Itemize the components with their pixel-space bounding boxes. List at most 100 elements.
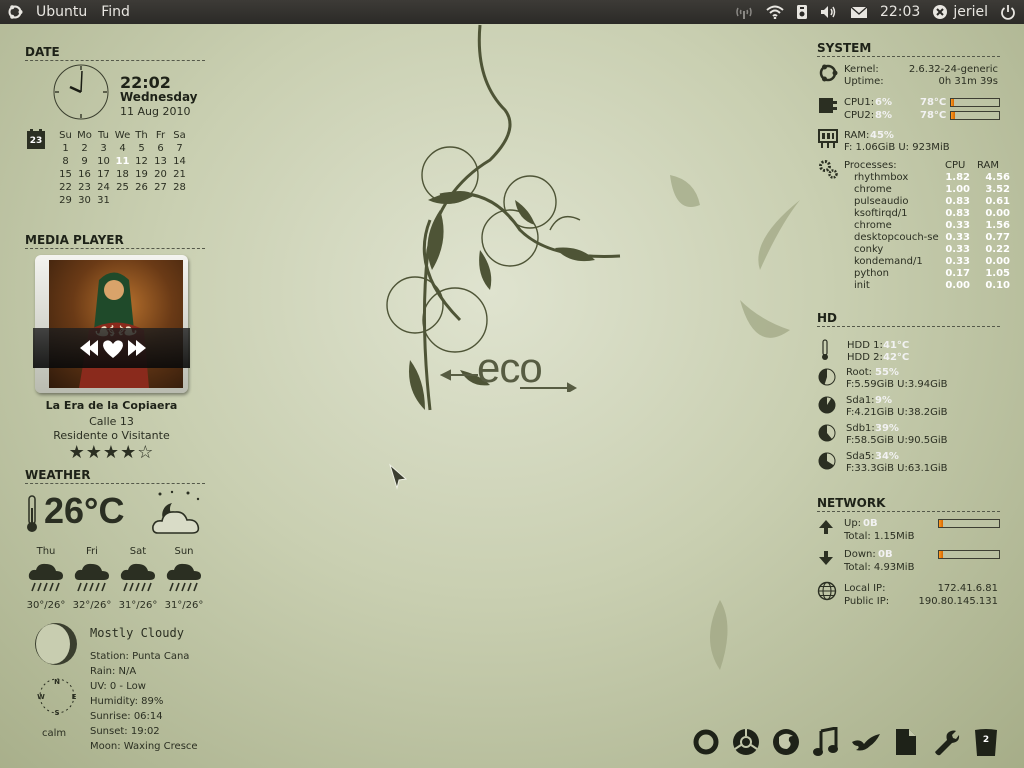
next-icon[interactable] <box>128 340 146 356</box>
process-name: kondemand/1 <box>854 256 923 267</box>
kernel-value: 2.6.32-24-generic <box>908 64 998 75</box>
dock-firefox-icon[interactable] <box>766 720 806 764</box>
media-player-indicator-icon[interactable] <box>790 0 814 24</box>
calendar-day[interactable]: 23 <box>75 182 94 195</box>
calendar-day[interactable]: 13 <box>151 156 170 169</box>
process-cpu: 0.83 <box>945 196 970 207</box>
date-header: DATE <box>25 45 205 61</box>
calendar-day <box>132 195 151 208</box>
processes-ram-header: RAM <box>977 160 1000 171</box>
track-artist: Calle 13 <box>89 415 134 428</box>
forecast-day: Thu <box>36 546 56 557</box>
user-menu[interactable]: jeriel <box>926 0 994 24</box>
dock-wrench-icon[interactable] <box>926 720 966 764</box>
calendar-day[interactable]: 26 <box>132 182 151 195</box>
disk-label: Sda5: <box>846 451 875 462</box>
forecast-day: Sun <box>174 546 194 557</box>
calendar-day[interactable]: 8 <box>56 156 75 169</box>
wireless-off-icon[interactable] <box>728 0 760 24</box>
calendar-day[interactable]: 6 <box>151 143 170 156</box>
calendar-head-cell: We <box>114 130 131 141</box>
ubuntu-logo-icon[interactable] <box>0 0 30 24</box>
dock-bird-icon[interactable] <box>846 720 886 764</box>
volume-icon[interactable] <box>814 0 844 24</box>
album-art-jewel-case[interactable]: ☙❧ <box>33 255 190 393</box>
public-ip-label: Public IP: <box>844 596 890 607</box>
rain-cloud-icon <box>120 563 155 592</box>
calendar-day[interactable]: 10 <box>94 156 113 169</box>
forecast-range: 31°/26° <box>118 600 158 611</box>
calendar-day[interactable]: 9 <box>75 156 94 169</box>
process-name: pulseaudio <box>854 196 909 207</box>
process-cpu: 0.17 <box>945 268 970 279</box>
calendar-week-row: 1234567 <box>56 143 189 156</box>
calendar-day[interactable]: 27 <box>151 182 170 195</box>
cpu2-temp: 78°C <box>920 110 947 121</box>
calendar-day[interactable]: 14 <box>170 156 189 169</box>
calendar-day[interactable]: 15 <box>56 169 75 182</box>
calendar-day[interactable]: 25 <box>113 182 132 195</box>
weather-rain: Rain: N/A <box>90 666 137 677</box>
calendar-day[interactable]: 19 <box>132 169 151 182</box>
cpu1-label: CPU1: <box>844 97 875 108</box>
process-row: desktopcouch-se 0.33 0.77 <box>854 232 1010 244</box>
ram-detail: F: 1.06GiB U: 923MiB <box>844 142 950 153</box>
love-icon[interactable] <box>103 340 123 358</box>
calendar-icon: 23 <box>26 128 46 150</box>
calendar-day[interactable]: 4 <box>113 143 132 156</box>
calendar-day[interactable]: 22 <box>56 182 75 195</box>
dock-music-icon[interactable] <box>806 720 846 764</box>
local-ip-label: Local IP: <box>844 583 886 594</box>
power-icon[interactable] <box>994 0 1024 24</box>
calendar-day[interactable]: 2 <box>75 143 94 156</box>
wind-status: calm <box>42 728 67 739</box>
disk-usage-pie-icon <box>818 424 836 442</box>
calendar-day[interactable]: 7 <box>170 143 189 156</box>
calendar-day[interactable]: 12 <box>132 156 151 169</box>
calendar-week-row: 29 30 31 <box>56 195 189 208</box>
menu-find[interactable]: Find <box>95 0 136 24</box>
calendar-day[interactable]: 30 <box>75 195 94 208</box>
calendar-day <box>170 195 189 208</box>
trash-badge: 2 <box>982 735 990 745</box>
calendar-day[interactable]: 17 <box>94 169 113 182</box>
previous-icon[interactable] <box>80 340 98 356</box>
dock-trash-icon[interactable]: 2 <box>966 720 1006 764</box>
calendar-day[interactable]: 20 <box>151 169 170 182</box>
calendar-day[interactable]: 29 <box>56 195 75 208</box>
process-cpu: 1.00 <box>945 184 970 195</box>
calendar-day[interactable]: 3 <box>94 143 113 156</box>
ram-icon <box>818 129 838 148</box>
menu-ubuntu[interactable]: Ubuntu <box>30 0 93 24</box>
cpu1-bar <box>950 98 1000 107</box>
dock-circle-icon[interactable] <box>686 720 726 764</box>
dock-document-icon[interactable] <box>886 720 926 764</box>
upload-label: Up: <box>844 518 862 529</box>
calendar-day[interactable]: 18 <box>113 169 132 182</box>
calendar-day[interactable]: 24 <box>94 182 113 195</box>
cpu-icon <box>819 98 837 113</box>
process-cpu: 0.33 <box>945 232 970 243</box>
calendar-day[interactable]: 28 <box>170 182 189 195</box>
calendar-day[interactable]: 21 <box>170 169 189 182</box>
wind-compass-icon: N E S W <box>37 678 76 717</box>
calendar-day[interactable]: 16 <box>75 169 94 182</box>
processes-gears-icon <box>819 160 838 179</box>
system-header: SYSTEM <box>817 41 1000 57</box>
wifi-icon[interactable] <box>760 0 790 24</box>
calendar-day[interactable]: 31 <box>94 195 113 208</box>
dock-chrome-icon[interactable] <box>726 720 766 764</box>
calendar-day[interactable]: 11 <box>113 156 132 169</box>
calendar-day[interactable]: 5 <box>132 143 151 156</box>
process-row: chrome 0.33 1.56 <box>854 220 1010 232</box>
calendar-day[interactable]: 1 <box>56 143 75 156</box>
track-rating-stars[interactable]: ★★★★☆ <box>35 442 188 463</box>
disk-usage-pie-icon <box>818 396 836 414</box>
calendar-head-cell: Mo <box>77 130 92 141</box>
mail-icon[interactable] <box>844 0 874 24</box>
calendar-head-cell: Su <box>59 130 72 141</box>
process-row: ksoftirqd/1 0.83 0.00 <box>854 208 1010 220</box>
panel-clock[interactable]: 22:03 <box>874 0 926 24</box>
rain-cloud-icon <box>28 563 63 592</box>
process-name: rhythmbox <box>854 172 909 183</box>
